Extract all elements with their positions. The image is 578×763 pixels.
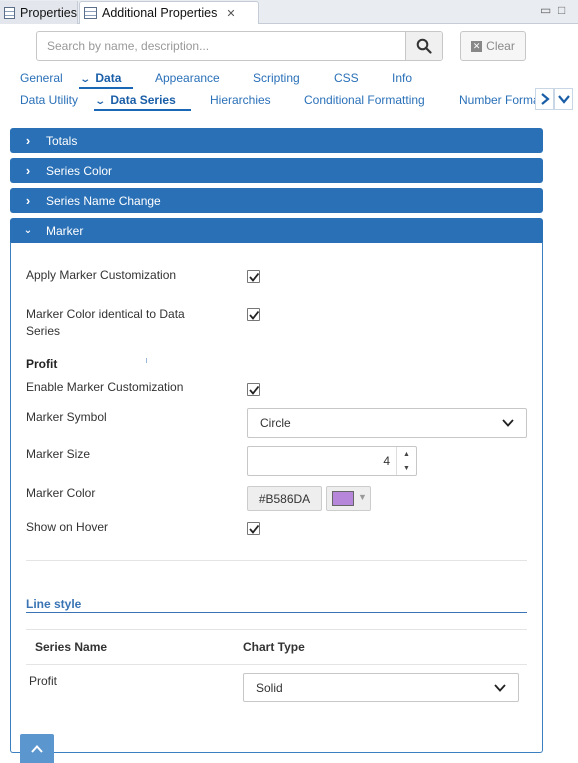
- checkmark-icon: [249, 385, 260, 395]
- maximize-icon[interactable]: □: [558, 3, 565, 17]
- checkmark-icon: [249, 524, 260, 534]
- tab-conditional-formatting[interactable]: Conditional Formatting: [304, 93, 425, 107]
- close-tab-icon[interactable]: ✕: [226, 7, 235, 20]
- tab-data-series-label: Data Series: [110, 93, 176, 107]
- tab-info[interactable]: Info: [392, 71, 412, 85]
- tab-css[interactable]: CSS: [334, 71, 359, 85]
- marker-color-picker[interactable]: ▼: [326, 486, 371, 511]
- stepper-controls: ▲ ▼: [396, 447, 416, 475]
- chart-type-select[interactable]: Solid: [243, 673, 519, 702]
- scroll-right-button[interactable]: [535, 88, 554, 110]
- chevron-up-icon: [31, 744, 43, 753]
- properties-icon: [4, 6, 16, 19]
- checkmark-icon: [249, 310, 260, 320]
- section-divider: [26, 560, 527, 561]
- clear-label: Clear: [486, 39, 515, 53]
- row-series-name: Profit: [29, 674, 58, 688]
- table-icon: [84, 7, 97, 19]
- table-top-border: [26, 629, 527, 630]
- show-on-hover-checkbox[interactable]: [247, 522, 260, 535]
- marker-size-value: 4: [383, 454, 390, 468]
- accordion-series-color-label: Series Color: [46, 163, 113, 178]
- search-icon: [416, 38, 432, 54]
- marker-size-stepper[interactable]: 4 ▲ ▼: [247, 446, 417, 476]
- identical-color-checkbox[interactable]: [247, 308, 260, 321]
- accordion-series-name-change-label: Series Name Change: [46, 193, 161, 208]
- tab-data-label: Data: [95, 71, 122, 85]
- chevron-right-icon: ›: [25, 133, 31, 148]
- tab-properties[interactable]: Properties: [0, 1, 78, 24]
- divider-tick: [146, 358, 147, 363]
- accordion-marker[interactable]: ⌄ Marker: [10, 218, 543, 243]
- search-button[interactable]: [405, 32, 442, 60]
- accordion-marker-label: Marker: [46, 223, 84, 238]
- tab-number-format[interactable]: Number Forma: [459, 93, 535, 107]
- tab-scripting[interactable]: Scripting: [253, 71, 300, 85]
- tab-list-dropdown-button[interactable]: [554, 88, 573, 110]
- enable-marker-checkbox[interactable]: [247, 383, 260, 396]
- dropdown-arrow-icon: ▼: [358, 492, 367, 502]
- window-tab-bar: Properties Additional Properties ✕ ▭ □: [0, 0, 578, 24]
- identical-color-label-line2: Series: [26, 324, 61, 338]
- search-input[interactable]: [37, 32, 406, 60]
- increment-icon[interactable]: ▲: [397, 447, 416, 461]
- back-to-top-button[interactable]: [20, 734, 54, 763]
- series-heading: Profit: [26, 357, 58, 371]
- accordion-series-color[interactable]: › Series Color: [10, 158, 543, 183]
- tab-hierarchies[interactable]: Hierarchies: [210, 93, 271, 107]
- chevron-right-icon: ›: [25, 163, 31, 178]
- marker-symbol-label: Marker Symbol: [26, 410, 107, 424]
- chart-type-value: Solid: [256, 680, 283, 695]
- color-swatch: [332, 491, 354, 506]
- tab-appearance[interactable]: Appearance: [155, 71, 220, 85]
- clear-x-icon: ✕: [471, 40, 483, 52]
- chevron-down-icon: ⌄: [79, 74, 92, 85]
- apply-marker-checkbox[interactable]: [247, 270, 260, 283]
- chevron-down-icon: [494, 683, 506, 692]
- line-style-title: Line style: [26, 597, 82, 611]
- apply-marker-label: Apply Marker Customization: [26, 268, 177, 282]
- enable-marker-label: Enable Marker Customization: [26, 380, 184, 394]
- chevron-down-icon: ⌄: [94, 96, 107, 107]
- marker-color-hex-value: #B586DA: [258, 491, 311, 506]
- chevron-down-icon: ⌄: [23, 225, 33, 236]
- accordion-totals[interactable]: › Totals: [10, 128, 543, 153]
- search-box: [36, 31, 443, 61]
- minimize-icon[interactable]: ▭: [540, 3, 551, 17]
- identical-color-label-line1: Marker Color identical to Data: [26, 307, 185, 321]
- tab-general[interactable]: General: [20, 71, 63, 85]
- col-chart-type: Chart Type: [243, 640, 305, 654]
- marker-symbol-select[interactable]: Circle: [247, 408, 527, 438]
- tab-data-utility[interactable]: Data Utility: [20, 93, 78, 107]
- tab-data[interactable]: ⌄ Data: [79, 71, 122, 85]
- decrement-icon[interactable]: ▼: [397, 461, 416, 475]
- clear-button[interactable]: ✕ Clear: [460, 31, 526, 61]
- tab-data-series-underline: [94, 109, 191, 111]
- tab-additional-properties-label: Additional Properties: [102, 6, 218, 20]
- chevron-right-icon: ›: [25, 193, 31, 208]
- table-header-border: [26, 664, 527, 665]
- tab-data-series[interactable]: ⌄ Data Series: [94, 93, 176, 107]
- accordion-series-name-change[interactable]: › Series Name Change: [10, 188, 543, 213]
- marker-size-label: Marker Size: [26, 447, 91, 461]
- tab-data-underline: [79, 87, 133, 89]
- chevron-down-icon: [502, 419, 514, 427]
- line-style-underline: [26, 612, 527, 613]
- marker-color-label: Marker Color: [26, 486, 96, 500]
- show-on-hover-label: Show on Hover: [26, 520, 109, 534]
- checkmark-icon: [249, 272, 260, 282]
- tab-additional-properties[interactable]: Additional Properties ✕: [79, 1, 259, 24]
- tab-scroll-controls: [535, 88, 573, 110]
- marker-symbol-value: Circle: [260, 416, 291, 430]
- col-series-name: Series Name: [35, 640, 108, 654]
- chevron-right-icon: [540, 93, 550, 105]
- accordion-totals-label: Totals: [46, 133, 78, 148]
- chevron-down-icon: [557, 95, 570, 104]
- tab-properties-label: Properties: [20, 5, 77, 20]
- marker-color-hex[interactable]: #B586DA: [247, 486, 322, 511]
